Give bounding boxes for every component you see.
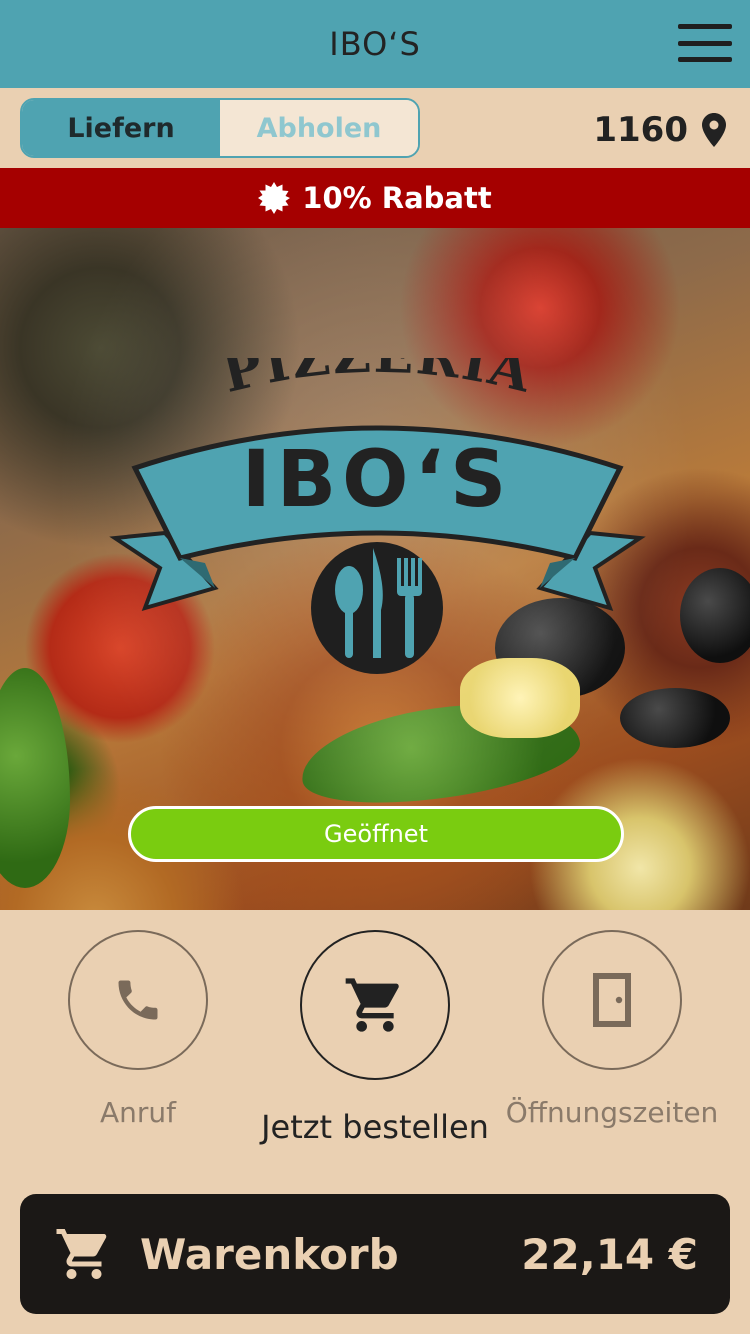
- cart-total: 22,14 €: [521, 1229, 698, 1279]
- cart-icon: [56, 1229, 107, 1279]
- hero-image: PIZZERIA IBO‘S Geöffnet: [0, 228, 750, 910]
- pizzeria-logo: PIZZERIA IBO‘S: [109, 358, 646, 674]
- open-status-badge[interactable]: Geöffnet: [128, 806, 624, 862]
- cart-button[interactable]: Warenkorb 22,14 €: [20, 1194, 730, 1314]
- logo-top-text: PIZZERIA: [217, 358, 537, 405]
- order-action[interactable]: [300, 930, 450, 1080]
- door-icon: [593, 973, 631, 1027]
- postal-code-selector[interactable]: 1160: [593, 108, 726, 152]
- cart-icon: [345, 978, 399, 1032]
- app-title: IBO‘S: [329, 25, 421, 63]
- order-button[interactable]: [300, 930, 450, 1080]
- order-label[interactable]: Jetzt bestellen: [200, 1108, 550, 1146]
- hamburger-menu-icon[interactable]: [678, 24, 732, 62]
- tab-liefern[interactable]: Liefern: [22, 100, 220, 156]
- call-button[interactable]: [68, 930, 208, 1070]
- call-action[interactable]: Anruf: [68, 930, 208, 1129]
- hours-label: Öffnungszeiten: [505, 1096, 719, 1129]
- delivery-mode-toggle: Liefern Abholen: [20, 98, 420, 158]
- discount-banner[interactable]: 10% Rabatt: [0, 168, 750, 228]
- mode-row: Liefern Abholen 1160: [0, 88, 750, 168]
- call-label: Anruf: [99, 1096, 176, 1129]
- tab-abholen[interactable]: Abholen: [220, 100, 418, 156]
- hours-action[interactable]: Öffnungszeiten: [506, 930, 718, 1129]
- cart-label: Warenkorb: [140, 1229, 399, 1279]
- map-pin-icon: [702, 113, 726, 147]
- discount-label: 10% Rabatt: [302, 181, 492, 215]
- logo-name: IBO‘S: [242, 435, 513, 525]
- postal-code: 1160: [593, 110, 688, 150]
- app-header: IBO‘S: [0, 0, 750, 88]
- phone-icon: [118, 980, 158, 1020]
- hours-button[interactable]: [542, 930, 682, 1070]
- svg-text:PIZZERIA: PIZZERIA: [217, 358, 539, 405]
- badge-star-icon: [258, 182, 291, 214]
